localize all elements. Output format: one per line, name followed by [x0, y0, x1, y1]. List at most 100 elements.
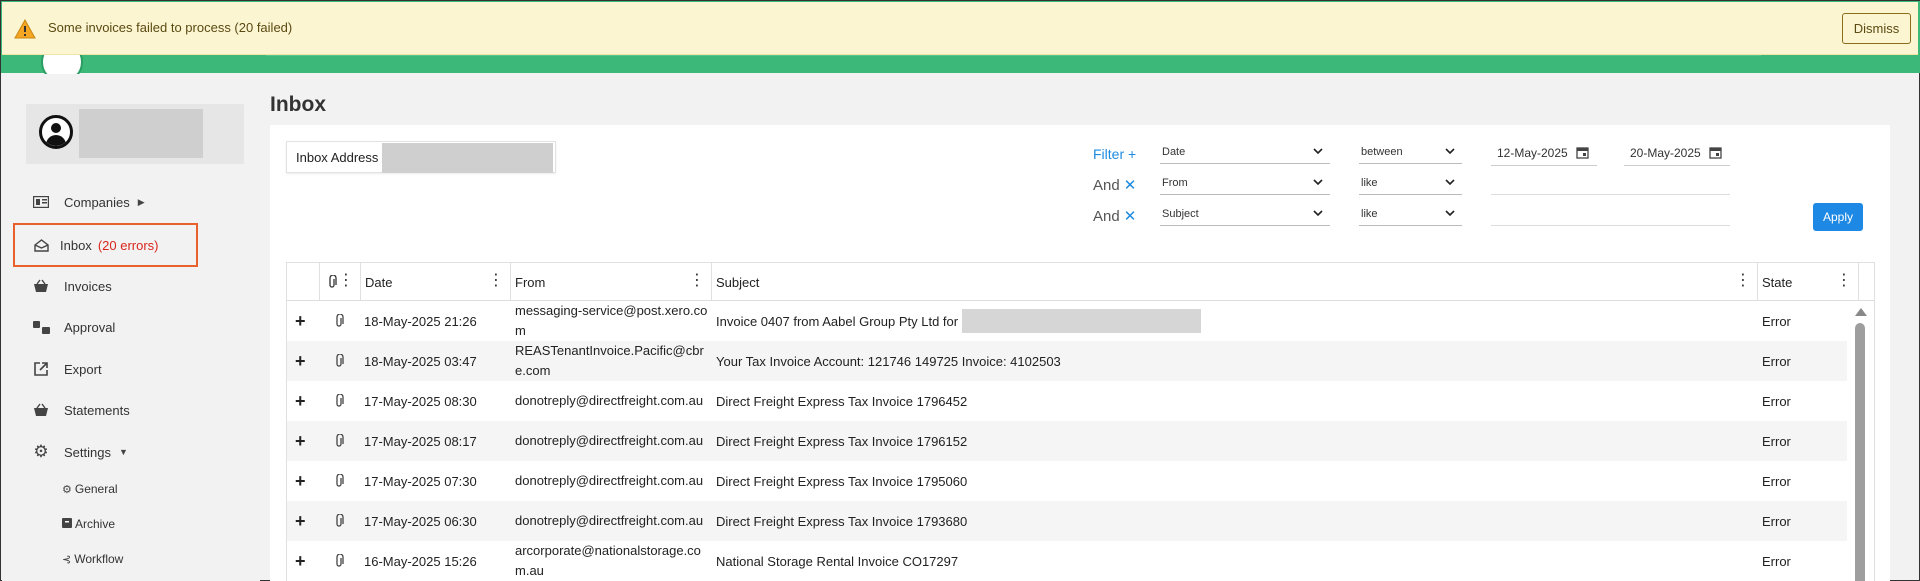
- from-cell: donotreply@directfreight.com.au: [515, 473, 704, 488]
- filter-field-select-from[interactable]: From: [1160, 171, 1330, 195]
- column-menu-icon[interactable]: ⋮: [689, 273, 705, 289]
- filter-field-select-date[interactable]: Date: [1160, 140, 1330, 164]
- paperclip-icon: [336, 474, 344, 487]
- sidebar-item-export[interactable]: Export: [32, 357, 102, 381]
- expand-row-button[interactable]: +: [295, 381, 315, 421]
- inbox-icon: [32, 236, 50, 254]
- expand-row-button[interactable]: +: [295, 341, 315, 381]
- paperclip-icon: [336, 354, 344, 367]
- filter-date-to-input[interactable]: 20-May-2025: [1624, 140, 1730, 166]
- attachment-cell[interactable]: [333, 341, 353, 381]
- expand-row-button[interactable]: +: [295, 421, 315, 461]
- attachment-cell[interactable]: [333, 421, 353, 461]
- column-header-date[interactable]: Date ⋮: [361, 263, 511, 301]
- column-header-state[interactable]: State ⋮: [1758, 263, 1859, 301]
- export-icon: [32, 360, 50, 378]
- scroll-up-arrow-icon[interactable]: [1855, 308, 1867, 316]
- chevron-down-icon: [1313, 179, 1323, 186]
- caret-right-icon: ▶: [137, 196, 145, 207]
- expand-row-button[interactable]: +: [295, 501, 315, 541]
- paperclip-icon: [336, 514, 344, 527]
- column-menu-icon[interactable]: ⋮: [1735, 273, 1751, 289]
- sidebar-item-invoices[interactable]: Invoices: [32, 274, 112, 298]
- paperclip-icon: [336, 554, 344, 567]
- table-row[interactable]: +16-May-2025 15:26 arcorporate@nationalst…: [287, 541, 1847, 581]
- state-cell: Error: [1762, 313, 1791, 329]
- filter-field-select-subject[interactable]: Subject: [1160, 202, 1330, 226]
- sidebar-subitem-general[interactable]: ⚙ General: [62, 479, 118, 499]
- expand-row-button[interactable]: +: [295, 461, 315, 501]
- table-row[interactable]: +17-May-2025 08:30 donotreply@directfreig…: [287, 381, 1847, 421]
- gear-icon: ⚙: [33, 442, 49, 461]
- attachment-column-header[interactable]: ⋮: [320, 263, 361, 301]
- attachment-cell[interactable]: [333, 381, 353, 421]
- sidebar-item-inbox[interactable]: Inbox (20 errors): [32, 233, 159, 257]
- expand-row-button[interactable]: +: [295, 541, 315, 581]
- table-row[interactable]: +17-May-2025 08:17 donotreply@directfreig…: [287, 421, 1847, 461]
- attachment-cell[interactable]: [333, 301, 353, 341]
- plus-icon: +: [295, 390, 306, 411]
- sidebar-item-label: Inbox: [60, 237, 92, 253]
- table-row[interactable]: +18-May-2025 21:26 messaging-service@post…: [287, 301, 1847, 341]
- column-menu-icon[interactable]: ⋮: [1836, 273, 1852, 289]
- column-menu-icon[interactable]: ⋮: [338, 273, 354, 289]
- column-header-subject[interactable]: Subject ⋮: [712, 263, 1758, 301]
- attachment-cell[interactable]: [333, 461, 353, 501]
- user-card[interactable]: [26, 104, 244, 164]
- table-scrollbar[interactable]: [1847, 301, 1874, 581]
- filter-operator-select-like[interactable]: like: [1359, 171, 1462, 195]
- date-cell: 17-May-2025 06:30: [364, 513, 477, 529]
- table-row[interactable]: +17-May-2025 07:30 donotreply@directfreig…: [287, 461, 1847, 501]
- sidebar-item-settings[interactable]: ⚙ Settings ▼: [32, 440, 128, 464]
- filter-operator-select-between[interactable]: between: [1359, 140, 1462, 164]
- filter-subject-value-input[interactable]: [1491, 202, 1730, 226]
- calendar-icon[interactable]: [1709, 146, 1722, 159]
- add-filter-button[interactable]: Filter +: [1093, 146, 1136, 162]
- scrollbar-thumb[interactable]: [1855, 323, 1865, 581]
- filter-from-value-input[interactable]: [1491, 171, 1730, 195]
- from-cell: messaging-service@post.xero.com: [515, 303, 708, 338]
- subject-cell: National Storage Rental Invoice CO17297: [716, 541, 1754, 581]
- sidebar-item-approval[interactable]: Approval: [32, 315, 115, 339]
- state-cell: Error: [1762, 393, 1791, 409]
- table-row[interactable]: +18-May-2025 03:47 REASTenantInvoice.Paci…: [287, 341, 1847, 381]
- sidebar-subitem-label: General: [74, 482, 118, 496]
- table-row[interactable]: +17-May-2025 06:30 donotreply@directfreig…: [287, 501, 1847, 541]
- dismiss-button[interactable]: Dismiss: [1842, 13, 1911, 44]
- plus-icon: +: [295, 510, 306, 531]
- column-header-from[interactable]: From ⋮: [511, 263, 712, 301]
- sidebar-item-statements[interactable]: Statements: [32, 398, 130, 422]
- sidebar-subitem-label: Workflow: [74, 552, 124, 566]
- subject-text: Direct Freight Express Tax Invoice 17936…: [716, 513, 968, 529]
- expand-column-header: [287, 263, 320, 301]
- date-cell: 17-May-2025 08:30: [364, 393, 477, 409]
- inbox-panel: Inbox Address Filter + And ✕ And ✕ Date be…: [270, 125, 1890, 581]
- plus-icon: +: [295, 430, 306, 451]
- filter-date-from-input[interactable]: 12-May-2025: [1491, 140, 1597, 166]
- table-header: ⋮ Date ⋮ From ⋮ Subject ⋮ State ⋮: [287, 263, 1874, 301]
- calendar-icon[interactable]: [1576, 146, 1589, 159]
- date-cell: 18-May-2025 03:47: [364, 353, 477, 369]
- apply-filter-button[interactable]: Apply: [1813, 203, 1863, 231]
- sidebar-subitem-archive[interactable]: Archive: [62, 514, 115, 534]
- sidebar-subitem-workflow[interactable]: ⊰ Workflow: [62, 549, 123, 569]
- chevron-down-icon: [1313, 148, 1323, 155]
- date-cell: 17-May-2025 08:17: [364, 433, 477, 449]
- remove-filter-icon[interactable]: ✕: [1124, 208, 1137, 225]
- column-menu-icon[interactable]: ⋮: [488, 273, 504, 289]
- workflow-icon: ⊰: [62, 553, 72, 566]
- subject-text: Your Tax Invoice Account: 121746 149725 …: [716, 353, 1061, 369]
- chevron-down-icon: [1445, 148, 1455, 155]
- attachment-cell[interactable]: [333, 541, 353, 581]
- sidebar-item-companies[interactable]: Companies ▶: [32, 190, 145, 214]
- from-cell: donotreply@directfreight.com.au: [515, 433, 704, 448]
- plus-icon: +: [295, 350, 306, 371]
- filter-operator-select-like[interactable]: like: [1359, 202, 1462, 226]
- plus-icon: +: [295, 550, 306, 571]
- remove-filter-icon[interactable]: ✕: [1124, 177, 1137, 194]
- chevron-down-icon: [1445, 179, 1455, 186]
- expand-row-button[interactable]: +: [295, 301, 315, 341]
- plus-icon: +: [295, 470, 306, 491]
- attachment-cell[interactable]: [333, 501, 353, 541]
- inbox-address-field[interactable]: Inbox Address: [286, 141, 556, 173]
